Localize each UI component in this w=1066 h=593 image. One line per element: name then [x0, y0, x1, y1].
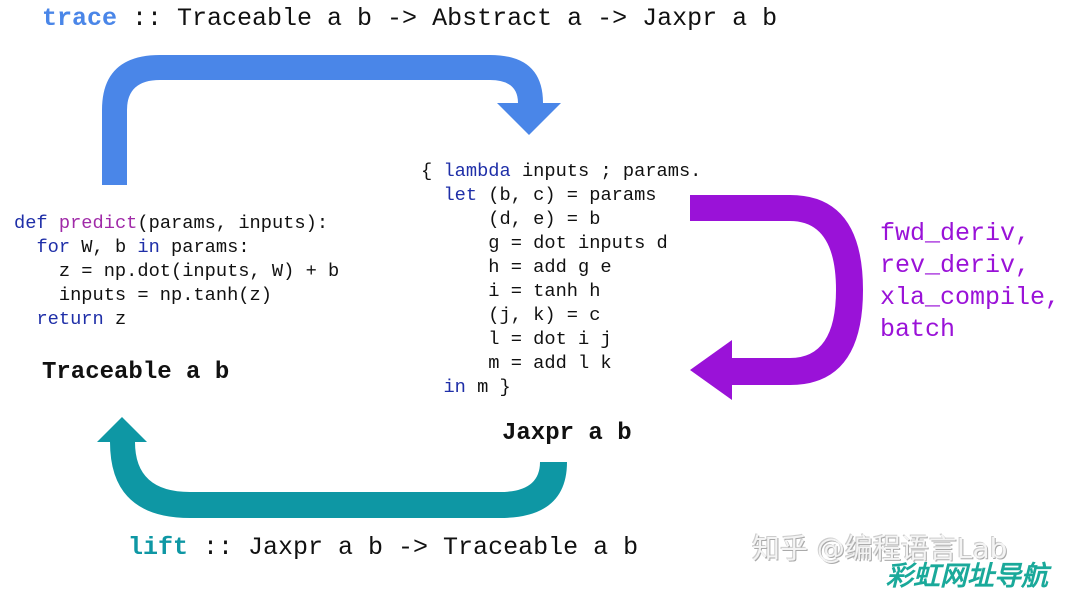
code-line: l = dot i j	[421, 328, 612, 350]
code-text: m }	[465, 376, 511, 398]
code-text: z	[103, 308, 127, 330]
code-line: { lambda inputs ; params.	[421, 159, 701, 183]
code-line: (j, k) = c	[421, 304, 601, 326]
transformations-list: fwd_deriv, rev_deriv, xla_compile, batch	[880, 218, 1060, 346]
code-line: g = dot inputs d	[421, 232, 668, 254]
code-line: m = add l k	[421, 352, 612, 374]
trace-type: :: Traceable a b -> Abstract a -> Jaxpr …	[117, 4, 778, 33]
diagram: trace :: Traceable a b -> Abstract a -> …	[0, 0, 1066, 592]
python-code: def predict(params, inputs): for W, b in…	[14, 211, 339, 331]
code-line: in m }	[421, 375, 701, 399]
lift-keyword: lift	[128, 533, 189, 562]
code-line: inputs = np.tanh(z)	[14, 284, 272, 306]
code-line: let (b, c) = params	[421, 183, 701, 207]
code-text: W, b	[70, 236, 138, 258]
code-line: (d, e) = b	[421, 208, 601, 230]
code-text: (b, c) = params	[477, 184, 657, 206]
lift-type: :: Jaxpr a b -> Traceable a b	[188, 533, 639, 562]
keyword: def	[14, 212, 48, 234]
traceable-label: Traceable a b	[42, 359, 230, 386]
code-text: params:	[159, 236, 250, 258]
code-line: def predict(params, inputs):	[14, 211, 339, 235]
code-text: inputs ; params.	[510, 160, 702, 182]
keyword: let	[443, 184, 478, 206]
lift-arrow	[97, 417, 567, 518]
lift-signature: lift :: Jaxpr a b -> Traceable a b	[128, 533, 638, 562]
code-text: (params, inputs):	[137, 212, 329, 234]
transformation-item: xla_compile,	[880, 283, 1061, 312]
keyword: for	[36, 236, 71, 258]
site-watermark: 彩虹网址导航	[886, 561, 1048, 592]
transformation-item: rev_deriv,	[880, 251, 1031, 280]
trace-keyword: trace	[42, 4, 118, 33]
jaxpr-code: { lambda inputs ; params. let (b, c) = p…	[421, 159, 701, 399]
code-line: z = np.dot(inputs, W) + b	[14, 260, 340, 282]
code-line: i = tanh h	[421, 280, 601, 302]
jaxpr-label: Jaxpr a b	[502, 420, 632, 447]
code-line: for W, b in params:	[14, 235, 339, 259]
keyword: return	[36, 308, 104, 330]
code-line: return z	[14, 307, 339, 331]
transform-arrow	[690, 195, 863, 400]
transformation-item: fwd_deriv,	[880, 219, 1031, 248]
trace-signature: trace :: Traceable a b -> Abstract a -> …	[42, 4, 777, 33]
transformation-item: batch	[880, 315, 956, 344]
function-name: predict	[58, 212, 138, 234]
keyword: lambda	[443, 160, 511, 182]
code-line: h = add g e	[421, 256, 612, 278]
keyword: in	[137, 236, 160, 258]
code-text: {	[421, 160, 444, 182]
keyword: in	[443, 376, 466, 398]
